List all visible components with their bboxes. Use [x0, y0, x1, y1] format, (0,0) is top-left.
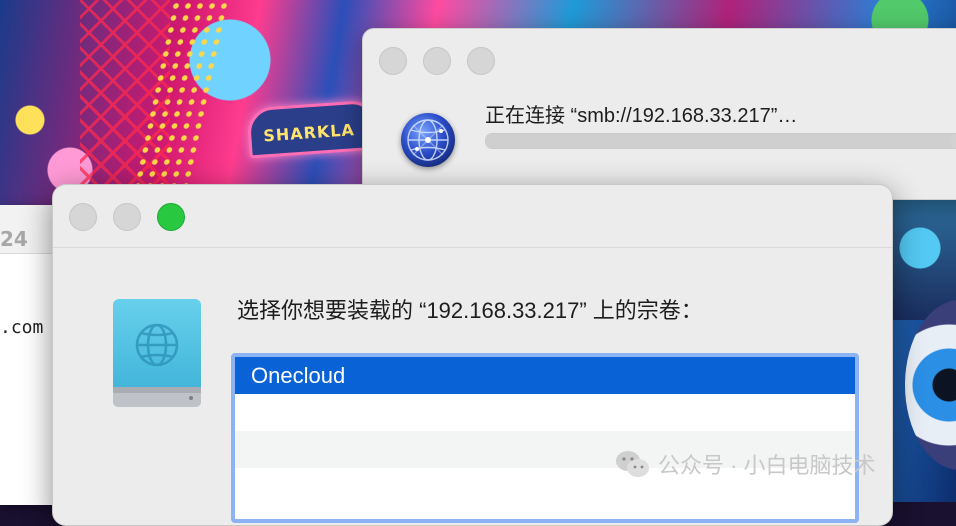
background-window-text: .com [0, 317, 44, 338]
volume-list-item[interactable] [235, 394, 855, 431]
connection-progress-bar [485, 133, 956, 149]
connecting-dialog[interactable]: 正在连接 “smb://192.168.33.217”… [362, 28, 956, 200]
close-button[interactable] [379, 47, 407, 75]
progress-fill [486, 134, 956, 148]
background-window[interactable]: 24 .com [0, 205, 60, 505]
wechat-icon [614, 449, 650, 479]
minimize-button[interactable] [113, 203, 141, 231]
window-controls [379, 47, 495, 75]
background-window-title: 24 [0, 227, 28, 251]
watermark-text: 公众号 · 小白电脑技术 [658, 453, 876, 478]
zoom-button[interactable] [157, 203, 185, 231]
wallpaper-sign: SHARKLA [246, 99, 380, 159]
close-button[interactable] [69, 203, 97, 231]
connecting-status-text: 正在连接 “smb://192.168.33.217”… [485, 105, 798, 127]
watermark: 公众号 · 小白电脑技术 [614, 448, 876, 480]
window-controls [69, 203, 185, 231]
volume-list[interactable]: Onecloud [231, 353, 859, 523]
network-drive-icon [111, 297, 203, 409]
wallpaper-eye [905, 300, 956, 470]
volume-list-item[interactable]: Onecloud [235, 357, 855, 394]
zoom-button[interactable] [467, 47, 495, 75]
network-globe-icon [401, 113, 455, 167]
minimize-button[interactable] [423, 47, 451, 75]
volume-prompt: 选择你想要装载的 “192.168.33.217” 上的宗卷： [237, 298, 703, 323]
progress-indicator [950, 134, 956, 148]
